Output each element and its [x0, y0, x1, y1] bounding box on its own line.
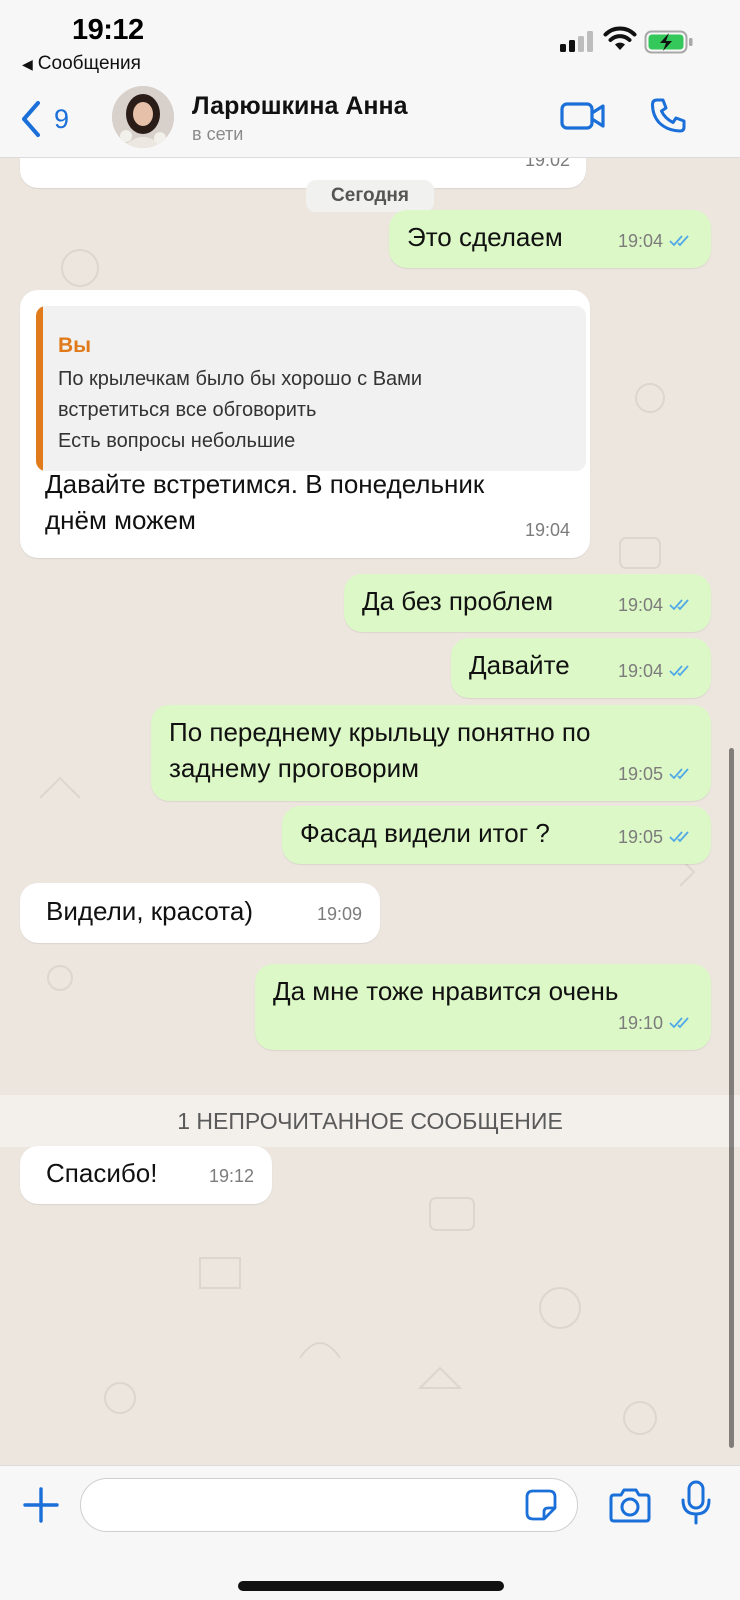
contact-status: в сети: [192, 124, 244, 144]
message-meta: 19:05: [618, 819, 695, 855]
chat-header: 9 Ларюшкина Анна в сети: [0, 80, 740, 158]
message-text: Это сделаем: [407, 222, 563, 252]
message-time: 19:09: [316, 904, 362, 924]
status-bar: 19:12 ◀ Сообщения: [0, 0, 740, 80]
camera-icon[interactable]: [608, 1486, 652, 1524]
message-time: 19:04: [524, 520, 570, 540]
message-text: Видели, красота): [46, 896, 253, 926]
message-meta: 19:04: [618, 223, 695, 259]
message-bubble-outgoing[interactable]: Давайте 19:04: [451, 638, 711, 698]
message-meta: 19:12: [209, 1158, 254, 1194]
date-separator: Сегодня: [306, 180, 434, 212]
back-triangle-icon: ◀: [22, 56, 33, 72]
signal-icon: [560, 30, 596, 52]
battery-charging-icon: [644, 30, 693, 54]
message-time: 19:04: [617, 231, 663, 251]
contact-name[interactable]: Ларюшкина Анна: [192, 92, 408, 121]
message-text: По переднему крыльцу понятно по заднему …: [169, 717, 591, 783]
phone-icon[interactable]: [648, 96, 688, 136]
message-bubble-outgoing[interactable]: Да мне тоже нравится очень 19:10: [255, 964, 711, 1050]
message-meta: 19:04: [618, 653, 695, 689]
back-to-app-link[interactable]: ◀ Сообщения: [22, 53, 141, 75]
back-app-label: Сообщения: [37, 53, 141, 74]
message-text: Давайте: [469, 650, 570, 680]
quote-accent-bar: [36, 306, 43, 471]
quoted-message[interactable]: Вы По крылечкам было бы хорошо с Вами вс…: [36, 306, 586, 471]
contact-avatar[interactable]: [112, 86, 174, 148]
quote-author: Вы: [58, 334, 92, 357]
video-call-icon[interactable]: [560, 98, 606, 134]
message-bubble-incoming[interactable]: Видели, красота) 19:09: [20, 883, 380, 943]
message-meta: 19:02: [525, 158, 570, 178]
message-meta: 19:09: [317, 896, 362, 932]
message-text: Да без проблем: [362, 586, 554, 616]
read-ticks-icon: [669, 665, 689, 677]
sticker-icon[interactable]: [524, 1488, 558, 1522]
read-ticks-icon: [669, 599, 689, 611]
quote-text: По крылечкам было бы хорошо с Вами встре…: [58, 368, 423, 452]
message-time: 19:04: [617, 661, 663, 681]
chat-scrollbar[interactable]: [729, 748, 734, 1448]
plus-icon[interactable]: [22, 1486, 60, 1524]
message-time: 19:05: [617, 764, 663, 784]
message-meta: 19:04: [618, 587, 695, 623]
message-text: Да мне тоже нравится очень: [273, 976, 619, 1006]
chevron-left-icon: [22, 101, 40, 137]
wifi-icon: [603, 26, 637, 50]
message-bubble-incoming[interactable]: 19:02: [20, 158, 586, 188]
unread-messages-banner: 1 НЕПРОЧИТАННОЕ СООБЩЕНИЕ: [0, 1095, 740, 1147]
message-time: 19:05: [617, 827, 663, 847]
message-meta: 19:04: [525, 512, 570, 548]
message-bubble-outgoing[interactable]: Это сделаем 19:04: [389, 210, 711, 268]
message-bubble-incoming[interactable]: Спасибо! 19:12: [20, 1146, 272, 1204]
message-time: 19:02: [524, 158, 570, 170]
message-text: Спасибо!: [46, 1158, 158, 1188]
read-ticks-icon: [669, 235, 689, 247]
unread-chats-count: 9: [54, 103, 70, 134]
message-bubble-outgoing[interactable]: Да без проблем 19:04: [344, 574, 711, 632]
message-time: 19:04: [617, 595, 663, 615]
message-time: 19:10: [617, 1013, 663, 1033]
message-bubble-outgoing[interactable]: Фасад видели итог ? 19:05: [282, 806, 711, 864]
message-meta: 19:10: [618, 1005, 695, 1041]
message-bubble-outgoing[interactable]: По переднему крыльцу понятно по заднему …: [151, 705, 711, 801]
read-ticks-icon: [669, 768, 689, 780]
avatar-photo: [112, 86, 174, 148]
message-text: Фасад видели итог ?: [300, 818, 550, 848]
home-indicator[interactable]: [238, 1581, 504, 1591]
message-meta: 19:05: [618, 756, 695, 792]
message-time: 19:12: [208, 1166, 254, 1186]
read-ticks-icon: [669, 1017, 689, 1029]
message-input[interactable]: [80, 1478, 578, 1532]
chat-area[interactable]: 19:02 Сегодня Это сделаем 19:04 Вы По кр…: [0, 158, 740, 1465]
read-ticks-icon: [669, 831, 689, 843]
status-time: 19:12: [72, 14, 144, 46]
microphone-icon[interactable]: [680, 1480, 712, 1526]
message-bubble-incoming[interactable]: Вы По крылечкам было бы хорошо с Вами вс…: [20, 290, 590, 558]
message-input-bar: [0, 1465, 740, 1600]
back-button[interactable]: 9: [20, 97, 69, 141]
message-text: Давайте встретимся. В понедельник днём м…: [45, 469, 485, 535]
